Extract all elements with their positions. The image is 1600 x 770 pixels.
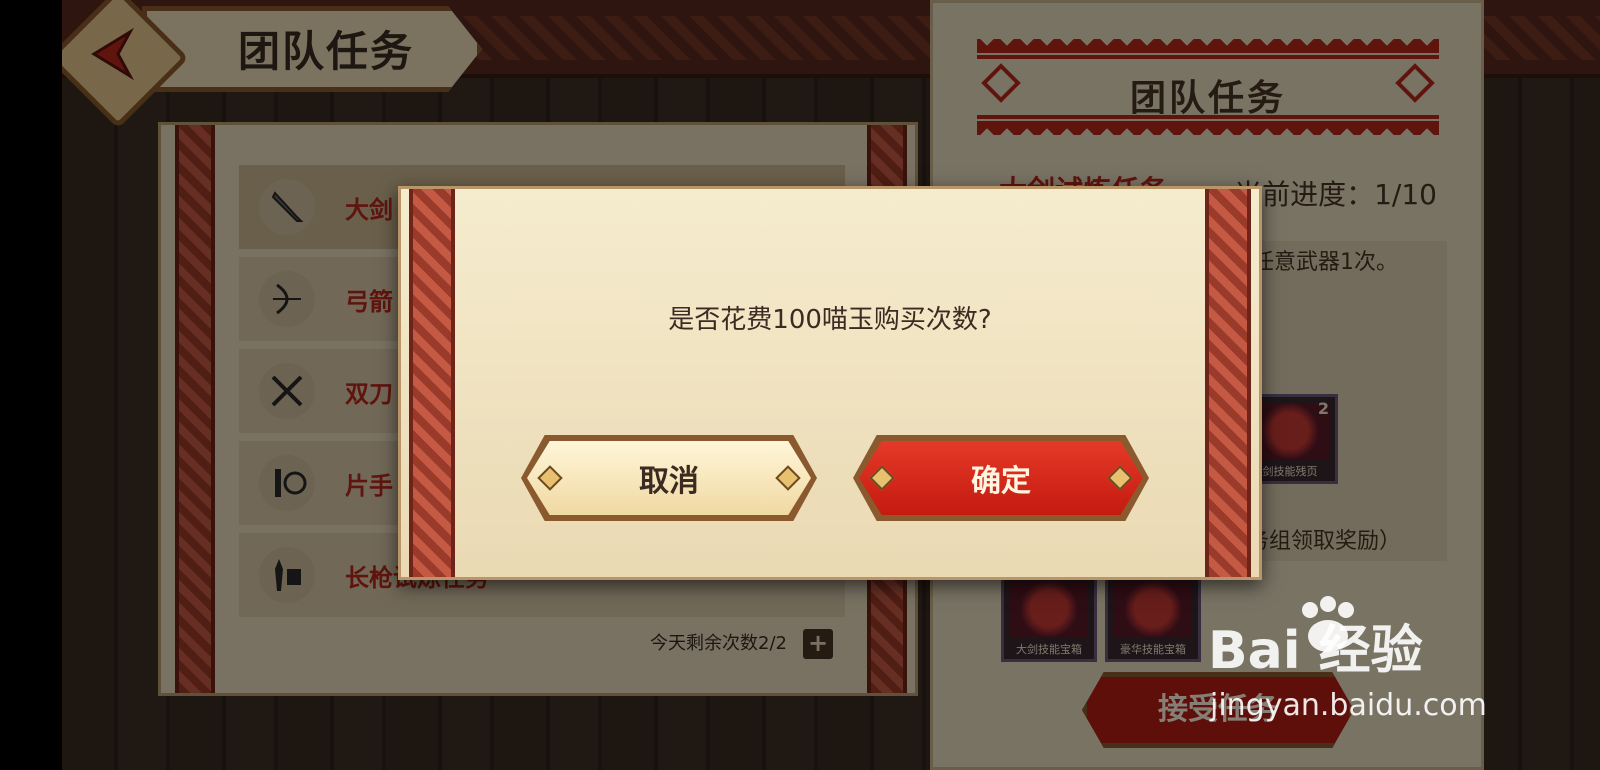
cancel-button[interactable]: 取消 <box>521 435 817 521</box>
confirm-button[interactable]: 确定 <box>853 435 1149 521</box>
dialog-message: 是否花费100喵玉购买次数? <box>668 305 992 335</box>
cancel-button-label: 取消 <box>527 441 811 515</box>
dialog-ribbon-right <box>1205 189 1251 577</box>
confirm-button-label: 确定 <box>859 441 1143 515</box>
dialog-ribbon-left <box>409 189 455 577</box>
game-screen: 团队任务 大剑 弓箭 双刀 片手 今天剩余次数2/2 + 团队任务 当前进度：1… <box>62 0 1600 770</box>
confirm-dialog: 是否花费100喵玉购买次数? 取消 确定 <box>398 186 1262 580</box>
